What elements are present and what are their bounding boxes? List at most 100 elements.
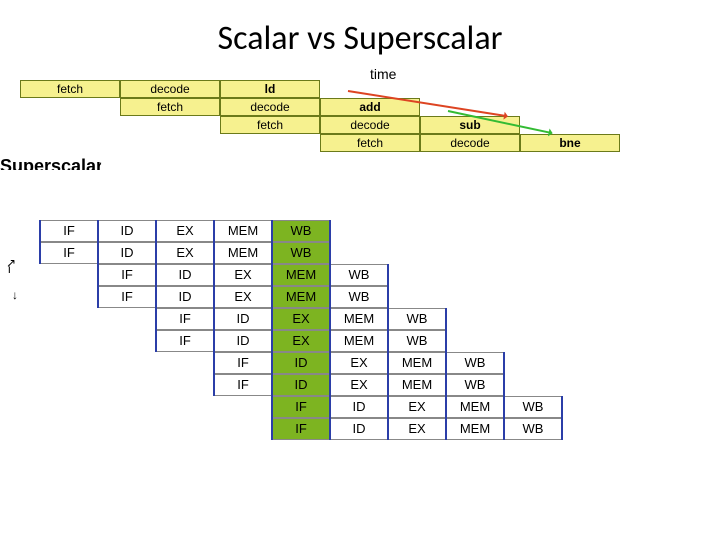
empty-cell <box>562 308 620 330</box>
pipeline-stage-cell: MEM <box>272 264 330 286</box>
pipeline-stage-cell: EX <box>388 396 446 418</box>
cycle-divider <box>213 220 215 396</box>
empty-cell <box>40 330 98 352</box>
empty-cell <box>156 352 214 374</box>
empty-cell <box>504 286 562 308</box>
pipeline-stage-cell: ID <box>214 330 272 352</box>
pipeline-stage-cell: WB <box>272 220 330 242</box>
pipeline-stage-cell: EX <box>272 308 330 330</box>
pipeline-stage-cell: MEM <box>214 220 272 242</box>
empty-cell <box>562 264 620 286</box>
scalar-cell: ld <box>220 80 320 98</box>
empty-cell <box>330 220 388 242</box>
scalar-row: fetchdecodeld <box>20 80 320 98</box>
pipeline-stage-cell: EX <box>156 242 214 264</box>
pipeline-stage-cell: EX <box>330 374 388 396</box>
pipeline-stage-cell: EX <box>272 330 330 352</box>
empty-cell <box>562 374 620 396</box>
pipeline-stage-cell: EX <box>388 418 446 440</box>
scalar-cell: fetch <box>320 134 420 152</box>
empty-cell <box>504 242 562 264</box>
empty-cell <box>446 264 504 286</box>
scalar-row: fetchdecodeadd <box>120 98 420 116</box>
empty-cell <box>214 418 272 440</box>
empty-cell <box>446 330 504 352</box>
scalar-cell: fetch <box>20 80 120 98</box>
cycle-divider <box>387 264 389 440</box>
empty-cell <box>562 396 620 418</box>
empty-cell <box>98 418 156 440</box>
pipeline-stage-cell: IF <box>214 374 272 396</box>
pipeline-stage-cell: IF <box>214 352 272 374</box>
empty-cell <box>156 418 214 440</box>
cycle-divider <box>329 220 331 440</box>
empty-cell <box>562 242 620 264</box>
pipeline-stage-cell: IF <box>272 396 330 418</box>
empty-cell <box>388 220 446 242</box>
pipeline-stage-cell: ID <box>156 286 214 308</box>
empty-cell <box>40 418 98 440</box>
empty-cell <box>40 352 98 374</box>
page-title: Scalar vs Superscalar <box>0 0 720 59</box>
pipeline-stage-cell: ID <box>330 418 388 440</box>
pipeline-stage-cell: EX <box>214 286 272 308</box>
scalar-row: fetchdecodesub <box>220 116 520 134</box>
pipeline-stage-cell: MEM <box>272 286 330 308</box>
scalar-cell: fetch <box>120 98 220 116</box>
pipeline-stage-cell: MEM <box>330 308 388 330</box>
pipeline-stage-cell: ID <box>98 220 156 242</box>
cycle-divider <box>561 396 563 440</box>
empty-cell <box>388 264 446 286</box>
empty-cell <box>40 396 98 418</box>
pipeline-stage-cell: WB <box>504 418 562 440</box>
scalar-cell: bne <box>520 134 620 152</box>
pipeline-stage-cell: IF <box>40 242 98 264</box>
pipeline-stage-cell: ID <box>272 352 330 374</box>
pipeline-stage-cell: WB <box>388 330 446 352</box>
cycle-divider <box>39 220 41 264</box>
empty-cell <box>98 396 156 418</box>
scalar-cell: decode <box>320 116 420 134</box>
empty-cell <box>156 396 214 418</box>
empty-cell <box>504 308 562 330</box>
pipeline-stage-cell: WB <box>388 308 446 330</box>
scalar-cell: decode <box>120 80 220 98</box>
pipeline-stage-cell: WB <box>330 264 388 286</box>
pipeline-stage-cell: WB <box>446 352 504 374</box>
cycle-divider <box>271 220 273 440</box>
empty-cell <box>446 286 504 308</box>
empty-cell <box>388 286 446 308</box>
empty-cell <box>504 264 562 286</box>
empty-cell <box>562 418 620 440</box>
axis-label: i↗ ↓ <box>8 262 11 276</box>
cycle-divider <box>445 308 447 440</box>
pipeline-stage-cell: MEM <box>446 418 504 440</box>
empty-cell <box>504 374 562 396</box>
empty-cell <box>562 286 620 308</box>
pipeline-stage-cell: ID <box>98 242 156 264</box>
pipeline-stage-cell: IF <box>98 286 156 308</box>
empty-cell <box>330 242 388 264</box>
pipeline-stage-cell: IF <box>156 308 214 330</box>
empty-cell <box>562 220 620 242</box>
scalar-cell: decode <box>220 98 320 116</box>
pipeline-stage-cell: WB <box>446 374 504 396</box>
empty-cell <box>446 242 504 264</box>
pipeline-stage-cell: ID <box>156 264 214 286</box>
cycle-divider <box>97 220 99 308</box>
empty-cell <box>98 308 156 330</box>
pipeline-stage-cell: MEM <box>388 374 446 396</box>
empty-cell <box>562 330 620 352</box>
empty-cell <box>98 374 156 396</box>
empty-cell <box>98 352 156 374</box>
empty-cell <box>40 264 98 286</box>
empty-cell <box>214 396 272 418</box>
pipeline-stage-cell: EX <box>156 220 214 242</box>
pipeline-stage-cell: WB <box>504 396 562 418</box>
pipeline-stage-cell: ID <box>330 396 388 418</box>
superscalar-pipeline: i↗ ↓ IFIDEXMEMWBIFIDEXMEMWBIFIDEXMEMWBIF… <box>40 220 620 440</box>
pipeline-stage-cell: ID <box>272 374 330 396</box>
empty-cell <box>40 286 98 308</box>
pipeline-stage-cell: IF <box>156 330 214 352</box>
scalar-row: fetchdecodebne <box>320 134 620 152</box>
